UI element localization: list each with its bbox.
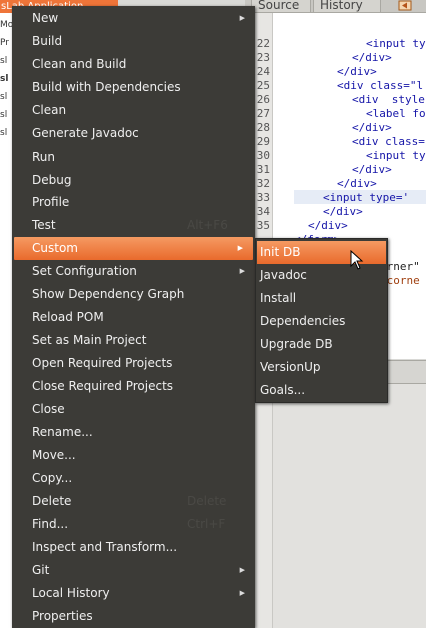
code-line: <input typ xyxy=(366,37,426,50)
project-context-menu: New ▶ Build Clean and Build Build with De… xyxy=(12,6,255,628)
menu-item-generate-javadoc[interactable]: Generate Javadoc xyxy=(12,122,255,145)
menu-item-label: Move... xyxy=(32,448,76,462)
mouse-pointer-icon xyxy=(350,250,364,270)
code-line: </div> xyxy=(352,51,392,64)
code-line: <input type=' xyxy=(323,191,410,204)
menu-item-inspect-and-transform[interactable]: Inspect and Transform... xyxy=(12,536,255,559)
menu-item-new[interactable]: New ▶ xyxy=(12,7,255,30)
submenu-item-versionup[interactable]: VersionUp xyxy=(256,356,387,379)
tab-history[interactable]: History xyxy=(313,0,381,13)
menu-item-label: Close xyxy=(32,402,65,416)
menu-item-local-history[interactable]: Local History ▶ xyxy=(12,582,255,605)
submenu-arrow-icon: ▶ xyxy=(237,244,243,252)
submenu-arrow-icon: ▶ xyxy=(239,267,245,275)
menu-item-label: Set as Main Project xyxy=(32,333,147,347)
ide-window: sLab Application Mo Pr sl sl sl sl sl So… xyxy=(0,0,426,628)
menu-item-properties[interactable]: Properties xyxy=(12,605,255,628)
code-line: </div> xyxy=(337,177,377,190)
menu-item-label: Debug xyxy=(32,173,72,187)
submenu-item-dependencies[interactable]: Dependencies xyxy=(256,310,387,333)
menu-item-label: Delete xyxy=(32,494,72,508)
menu-item-rename[interactable]: Rename... xyxy=(12,421,255,444)
menu-item-label: Custom xyxy=(32,241,78,255)
submenu-item-install[interactable]: Install xyxy=(256,287,387,310)
code-line: </div> xyxy=(337,65,377,78)
toolbar-back-icon[interactable] xyxy=(396,0,414,12)
menu-item-delete[interactable]: Delete Delete xyxy=(12,490,255,513)
menu-item-open-required-projects[interactable]: Open Required Projects xyxy=(12,352,255,375)
menu-item-label: Clean and Build xyxy=(32,57,127,71)
menu-item-label: Generate Javadoc xyxy=(32,126,139,140)
menu-item-set-configuration[interactable]: Set Configuration ▶ xyxy=(12,260,255,283)
menu-item-show-dependency-graph[interactable]: Show Dependency Graph xyxy=(12,283,255,306)
menu-item-label: Copy... xyxy=(32,471,73,485)
menu-item-custom[interactable]: Custom ▶ xyxy=(14,237,253,260)
menu-item-build-with-dependencies[interactable]: Build with Dependencies xyxy=(12,76,255,99)
code-line: <label fo xyxy=(366,107,426,120)
menu-item-label: Find... xyxy=(32,517,69,531)
menu-item-label: Inspect and Transform... xyxy=(32,540,178,554)
menu-item-label: Git xyxy=(32,563,50,577)
menu-item-clean[interactable]: Clean xyxy=(12,99,255,122)
submenu-item-init-db[interactable]: Init DB xyxy=(257,241,386,264)
menu-item-debug[interactable]: Debug xyxy=(12,169,255,192)
output-panel xyxy=(273,384,426,628)
menu-item-label: Clean xyxy=(32,103,67,117)
menu-item-test[interactable]: Test Alt+F6 xyxy=(12,214,255,237)
code-line: <div style xyxy=(352,93,425,106)
menu-item-label: New xyxy=(32,11,59,25)
menu-shortcut: Delete xyxy=(187,494,227,508)
menu-item-label: Show Dependency Graph xyxy=(32,287,185,301)
code-line: </div> xyxy=(352,163,392,176)
menu-item-label: Rename... xyxy=(32,425,93,439)
submenu-arrow-icon: ▶ xyxy=(239,14,245,22)
menu-item-label: Reload POM xyxy=(32,310,104,324)
code-line: </div> xyxy=(323,205,363,218)
menu-item-label: Profile xyxy=(32,195,70,209)
menu-item-label: Build with Dependencies xyxy=(32,80,181,94)
menu-item-move[interactable]: Move... xyxy=(12,444,255,467)
menu-item-copy[interactable]: Copy... xyxy=(12,467,255,490)
code-line: <div class="l xyxy=(337,79,424,92)
menu-item-clean-and-build[interactable]: Clean and Build xyxy=(12,53,255,76)
menu-item-label: Run xyxy=(32,150,56,164)
code-line: <div class= xyxy=(352,135,425,148)
menu-item-label: Test xyxy=(32,218,56,232)
menu-shortcut: Ctrl+F xyxy=(187,517,226,531)
menu-item-run[interactable]: Run xyxy=(12,146,255,169)
menu-item-label: Properties xyxy=(32,609,93,623)
code-line: </div> xyxy=(308,219,348,232)
submenu-item-goals[interactable]: Goals... xyxy=(256,379,387,402)
menu-item-label: Build xyxy=(32,34,63,48)
menu-item-close-required-projects[interactable]: Close Required Projects xyxy=(12,375,255,398)
code-line: </div> xyxy=(352,121,392,134)
custom-submenu: Init DB Javadoc Install Dependencies Upg… xyxy=(255,238,388,403)
submenu-arrow-icon: ▶ xyxy=(239,589,245,597)
submenu-item-javadoc[interactable]: Javadoc xyxy=(256,264,387,287)
menu-item-label: Local History xyxy=(32,586,110,600)
menu-item-build[interactable]: Build xyxy=(12,30,255,53)
submenu-arrow-icon: ▶ xyxy=(239,566,245,574)
menu-item-close[interactable]: Close xyxy=(12,398,255,421)
submenu-item-upgrade-db[interactable]: Upgrade DB xyxy=(256,333,387,356)
menu-item-set-as-main-project[interactable]: Set as Main Project xyxy=(12,329,255,352)
menu-item-label: Open Required Projects xyxy=(32,356,173,370)
menu-item-find[interactable]: Find... Ctrl+F xyxy=(12,513,255,536)
code-line: <input ty xyxy=(366,149,426,162)
menu-item-label: Set Configuration xyxy=(32,264,137,278)
menu-item-profile[interactable]: Profile xyxy=(12,191,255,214)
menu-item-label: Close Required Projects xyxy=(32,379,174,393)
menu-item-reload-pom[interactable]: Reload POM xyxy=(12,306,255,329)
tab-source[interactable]: Source xyxy=(251,0,311,13)
menu-shortcut: Alt+F6 xyxy=(187,218,228,232)
menu-item-git[interactable]: Git ▶ xyxy=(12,559,255,582)
